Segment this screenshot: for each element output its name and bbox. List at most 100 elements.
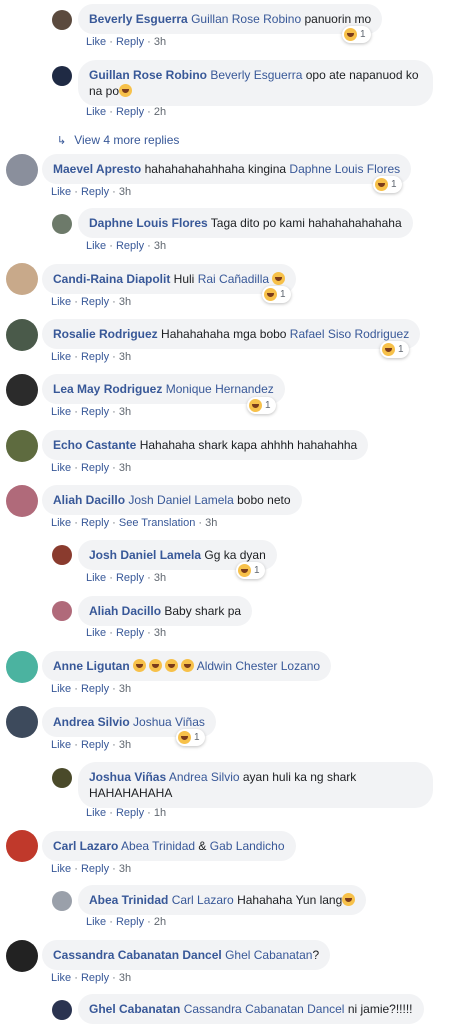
avatar[interactable] [6, 374, 38, 406]
timestamp[interactable]: 3h [119, 739, 131, 751]
tagged-user[interactable]: Daphne Louis Flores [289, 162, 400, 176]
like-button[interactable]: Like [86, 572, 106, 584]
timestamp[interactable]: 3h [154, 240, 166, 252]
reply-button[interactable]: Reply [116, 807, 144, 819]
timestamp[interactable]: 3h [119, 683, 131, 695]
reply-button[interactable]: Reply [116, 240, 144, 252]
like-button[interactable]: Like [51, 863, 71, 875]
avatar[interactable] [52, 10, 72, 30]
avatar[interactable] [52, 768, 72, 788]
commenter-name[interactable]: Joshua Viñas [89, 770, 166, 784]
commenter-name[interactable]: Andrea Silvio [53, 715, 130, 729]
like-button[interactable]: Like [51, 972, 71, 984]
timestamp[interactable]: 3h [119, 406, 131, 418]
see-translation-link[interactable]: See Translation [119, 517, 195, 529]
avatar[interactable] [52, 545, 72, 565]
timestamp[interactable]: 3h [119, 972, 131, 984]
timestamp[interactable]: 3h [119, 186, 131, 198]
avatar[interactable] [6, 706, 38, 738]
reaction-count[interactable]: 1 [342, 26, 371, 43]
commenter-name[interactable]: Aliah Dacillo [89, 604, 161, 618]
reply-button[interactable]: Reply [81, 972, 109, 984]
commenter-name[interactable]: Maevel Apresto [53, 162, 141, 176]
commenter-name[interactable]: Aliah Dacillo [53, 493, 125, 507]
commenter-name[interactable]: Guillan Rose Robino [89, 68, 207, 82]
tagged-user[interactable]: Carl Lazaro [172, 893, 234, 907]
commenter-name[interactable]: Ghel Cabanatan [89, 1002, 180, 1016]
like-button[interactable]: Like [51, 517, 71, 529]
like-button[interactable]: Like [51, 462, 71, 474]
reply-button[interactable]: Reply [116, 572, 144, 584]
like-button[interactable]: Like [51, 406, 71, 418]
commenter-name[interactable]: Josh Daniel Lamela [89, 548, 201, 562]
tagged-user[interactable]: Ghel Cabanatan [225, 948, 312, 962]
timestamp[interactable]: 3h [205, 517, 217, 529]
timestamp[interactable]: 3h [154, 627, 166, 639]
avatar[interactable] [52, 214, 72, 234]
like-button[interactable]: Like [86, 916, 106, 928]
tagged-user[interactable]: Joshua Viñas [133, 715, 205, 729]
avatar[interactable] [6, 430, 38, 462]
avatar[interactable] [52, 601, 72, 621]
reaction-count[interactable]: 1 [262, 286, 291, 303]
reply-button[interactable]: Reply [81, 863, 109, 875]
timestamp[interactable]: 3h [119, 462, 131, 474]
commenter-name[interactable]: Daphne Louis Flores [89, 216, 208, 230]
commenter-name[interactable]: Beverly Esguerra [89, 12, 188, 26]
like-button[interactable]: Like [51, 186, 71, 198]
timestamp[interactable]: 3h [119, 863, 131, 875]
like-button[interactable]: Like [51, 351, 71, 363]
like-button[interactable]: Like [86, 807, 106, 819]
tagged-user[interactable]: Monique Hernandez [166, 382, 274, 396]
tagged-user[interactable]: Andrea Silvio [169, 770, 240, 784]
reply-button[interactable]: Reply [116, 627, 144, 639]
reply-button[interactable]: Reply [116, 916, 144, 928]
tagged-user[interactable]: Beverly Esguerra [210, 68, 302, 82]
avatar[interactable] [6, 940, 38, 972]
tagged-user[interactable]: Guillan Rose Robino [191, 12, 301, 26]
commenter-name[interactable]: Carl Lazaro [53, 839, 118, 853]
reply-button[interactable]: Reply [81, 186, 109, 198]
timestamp[interactable]: 3h [119, 296, 131, 308]
reply-button[interactable]: Reply [116, 36, 144, 48]
commenter-name[interactable]: Anne Ligutan [53, 659, 130, 673]
reply-button[interactable]: Reply [81, 739, 109, 751]
tagged-user[interactable]: Gab Landicho [210, 839, 285, 853]
avatar[interactable] [6, 651, 38, 683]
like-button[interactable]: Like [86, 36, 106, 48]
view-more-replies[interactable]: ↳ View 4 more replies [57, 133, 179, 147]
reply-button[interactable]: Reply [81, 517, 109, 529]
reply-button[interactable]: Reply [81, 296, 109, 308]
tagged-user[interactable]: Josh Daniel Lamela [128, 493, 233, 507]
like-button[interactable]: Like [86, 106, 106, 118]
tagged-user[interactable]: Aldwin Chester Lozano [197, 659, 320, 673]
reaction-count[interactable]: 1 [373, 176, 402, 193]
timestamp[interactable]: 3h [154, 572, 166, 584]
tagged-user[interactable]: Rai Cañadilla [198, 272, 269, 286]
like-button[interactable]: Like [51, 683, 71, 695]
timestamp[interactable]: 2h [154, 106, 166, 118]
commenter-name[interactable]: Echo Castante [53, 438, 136, 452]
avatar[interactable] [6, 319, 38, 351]
reply-button[interactable]: Reply [81, 406, 109, 418]
commenter-name[interactable]: Cassandra Cabanatan Dancel [53, 948, 222, 962]
like-button[interactable]: Like [86, 240, 106, 252]
commenter-name[interactable]: Abea Trinidad [89, 893, 168, 907]
avatar[interactable] [6, 485, 38, 517]
avatar[interactable] [6, 154, 38, 186]
avatar[interactable] [6, 263, 38, 295]
avatar[interactable] [52, 1000, 72, 1020]
avatar[interactable] [52, 66, 72, 86]
timestamp[interactable]: 2h [154, 916, 166, 928]
tagged-user[interactable]: Abea Trinidad [121, 839, 195, 853]
reaction-count[interactable]: 1 [176, 729, 205, 746]
timestamp[interactable]: 3h [154, 36, 166, 48]
reply-button[interactable]: Reply [81, 683, 109, 695]
avatar[interactable] [52, 891, 72, 911]
reaction-count[interactable]: 1 [236, 562, 265, 579]
like-button[interactable]: Like [86, 627, 106, 639]
like-button[interactable]: Like [51, 296, 71, 308]
reply-button[interactable]: Reply [81, 351, 109, 363]
timestamp[interactable]: 1h [154, 807, 166, 819]
avatar[interactable] [6, 830, 38, 862]
